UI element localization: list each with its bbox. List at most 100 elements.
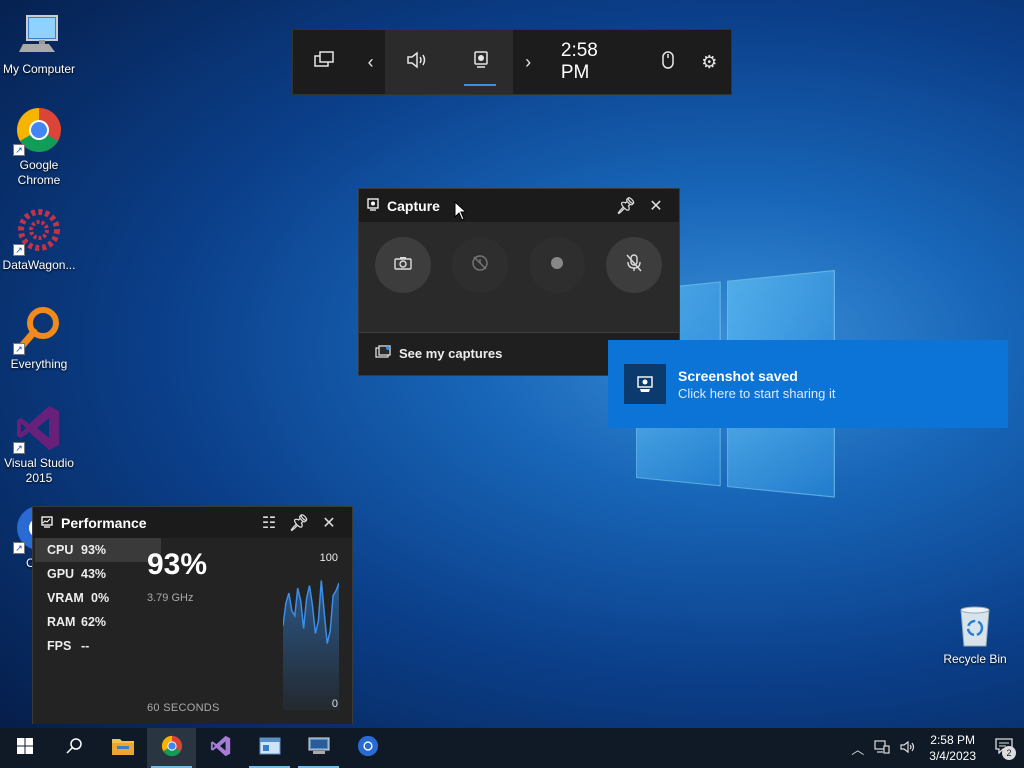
metric-value: 93% — [81, 543, 107, 557]
taskbar-app-window[interactable] — [245, 728, 294, 768]
cpu-usage-graph — [283, 580, 339, 710]
desktop-icon-everything[interactable]: ↗ Everything — [0, 305, 78, 372]
desktop-icon-datawagon[interactable]: ↗ DataWagon... — [0, 206, 78, 273]
chevron-left-icon: ‹ — [367, 51, 374, 72]
folder-icon — [111, 736, 135, 761]
taskbar-chrome-2[interactable] — [343, 728, 392, 768]
start-button[interactable] — [0, 728, 49, 768]
settings-icon: ⚙ — [701, 51, 718, 72]
screenshot-saved-toast[interactable]: Screenshot saved Click here to start sha… — [608, 340, 1008, 428]
graph-max-label: 100 — [319, 552, 338, 564]
close-button[interactable]: ✕ — [314, 513, 344, 533]
chevron-up-icon: ︿ — [851, 741, 865, 757]
mic-off-icon — [626, 253, 642, 277]
game-bar-icon — [624, 364, 666, 404]
active-indicator — [464, 84, 497, 86]
pin-button[interactable]: 📌︎ — [284, 513, 314, 533]
sliders-icon: ☷ — [261, 514, 277, 532]
desktop-icon-google-chrome[interactable]: ↗ Google Chrome — [0, 106, 78, 188]
close-icon: ✕ — [649, 197, 663, 215]
search-button[interactable] — [49, 728, 98, 768]
settings-button[interactable]: ⚙ — [688, 30, 731, 94]
search-icon — [65, 737, 82, 759]
metric-name: CPU — [47, 543, 74, 557]
capture-header: Capture 📌︎ ✕ — [359, 189, 679, 222]
desktop-icon-recycle-bin[interactable]: Recycle Bin — [940, 602, 1010, 666]
metric-name: GPU — [47, 567, 75, 581]
computer-icon — [15, 10, 63, 58]
desktop-icon-visual-studio[interactable]: ↗ Visual Studio 2015 — [0, 404, 78, 486]
record-last-icon — [471, 254, 489, 277]
visual-studio-icon — [210, 735, 232, 762]
taskbar-clock[interactable]: 2:58 PM 3/4/2023 — [921, 732, 984, 764]
recycle-bin-icon — [953, 602, 997, 648]
performance-body: CPU 93% GPU 43% VRAM 0% RAM 62% FPS -- 9… — [33, 538, 352, 724]
windows-start-icon — [16, 737, 33, 759]
metric-row-gpu[interactable]: GPU 43% — [35, 562, 161, 586]
taskbar: ︿ 2:58 PM 3/4/2023 2 — [0, 728, 1024, 768]
desktop-icon-label: My Computer — [2, 62, 76, 76]
performance-options-button[interactable]: ☷ — [254, 513, 284, 533]
chrome-icon: ↗ — [13, 106, 63, 156]
desktop-icon-label: Everything — [10, 357, 68, 371]
desktop-icon-label: Visual Studio 2015 — [4, 456, 74, 485]
metric-name: FPS — [47, 639, 72, 653]
widget-toggles — [385, 30, 514, 94]
capture-icon — [473, 50, 489, 74]
audio-icon — [406, 50, 428, 74]
close-icon: ✕ — [322, 514, 336, 532]
mic-toggle-button[interactable] — [606, 237, 662, 293]
capture-widget-button[interactable] — [449, 30, 513, 94]
metric-name: RAM — [47, 615, 76, 629]
taskbar-chrome[interactable] — [147, 728, 196, 768]
mouse-button[interactable] — [648, 30, 687, 94]
metric-row-cpu[interactable]: CPU 93% — [35, 538, 161, 562]
chrome-icon — [357, 735, 379, 762]
xbox-game-bar: ‹ › 2:58 PM ⚙ — [292, 29, 732, 95]
game-bar-clock: 2:58 PM — [560, 40, 598, 83]
cpu-clock-speed: 3.79 GHz — [147, 592, 194, 604]
desktop-icon-label: Google Chrome — [17, 158, 61, 187]
start-recording-button[interactable] — [529, 237, 585, 293]
widget-menu-button[interactable] — [293, 30, 356, 94]
show-hidden-icons-button[interactable]: ︿ — [846, 739, 869, 758]
network-button[interactable] — [869, 739, 895, 757]
gallery-icon — [375, 344, 391, 362]
previous-button[interactable]: ‹ — [356, 30, 385, 94]
pin-icon: 📌︎ — [615, 197, 637, 215]
metric-row-fps[interactable]: FPS -- — [35, 634, 161, 658]
metric-row-vram[interactable]: VRAM 0% — [35, 586, 161, 610]
record-last-30-button[interactable] — [452, 237, 508, 293]
visual-studio-icon: ↗ — [13, 404, 63, 454]
performance-header: Performance ☷ 📌︎ ✕ — [33, 507, 352, 538]
taskbar-file-explorer[interactable] — [98, 728, 147, 768]
volume-button[interactable] — [895, 740, 921, 757]
desktop-icon-label: DataWagon... — [2, 258, 76, 272]
close-button[interactable]: ✕ — [641, 196, 671, 216]
chevron-right-icon: › — [525, 51, 532, 72]
widget-menu-icon — [314, 50, 335, 74]
app-window-icon — [259, 737, 281, 760]
metric-value: -- — [81, 639, 90, 653]
notification-count: 2 — [1002, 746, 1016, 760]
metric-list: CPU 93% GPU 43% VRAM 0% RAM 62% FPS -- — [35, 538, 161, 658]
performance-widget: Performance ☷ 📌︎ ✕ CPU 93% GPU 43% VRAM … — [32, 506, 353, 724]
toast-subtitle: Click here to start sharing it — [678, 385, 836, 401]
network-icon — [874, 739, 890, 757]
next-button[interactable]: › — [513, 30, 542, 94]
datawagon-icon: ↗ — [13, 206, 63, 256]
taskbar-visual-studio[interactable] — [196, 728, 245, 768]
clock-date: 3/4/2023 — [929, 749, 976, 763]
capture-body — [359, 222, 679, 332]
audio-widget-button[interactable] — [385, 30, 449, 94]
pin-icon: 📌︎ — [288, 514, 310, 532]
action-center-button[interactable]: 2 — [984, 728, 1024, 768]
see-captures-label: See my captures — [399, 345, 503, 361]
pin-button[interactable]: 📌︎ — [611, 196, 641, 216]
metric-row-ram[interactable]: RAM 62% — [35, 610, 161, 634]
taskbar-network-app[interactable] — [294, 728, 343, 768]
desktop-icon-my-computer[interactable]: My Computer — [0, 10, 78, 77]
metric-value: 43% — [81, 567, 107, 581]
toast-title: Screenshot saved — [678, 367, 798, 384]
take-screenshot-button[interactable] — [375, 237, 431, 293]
